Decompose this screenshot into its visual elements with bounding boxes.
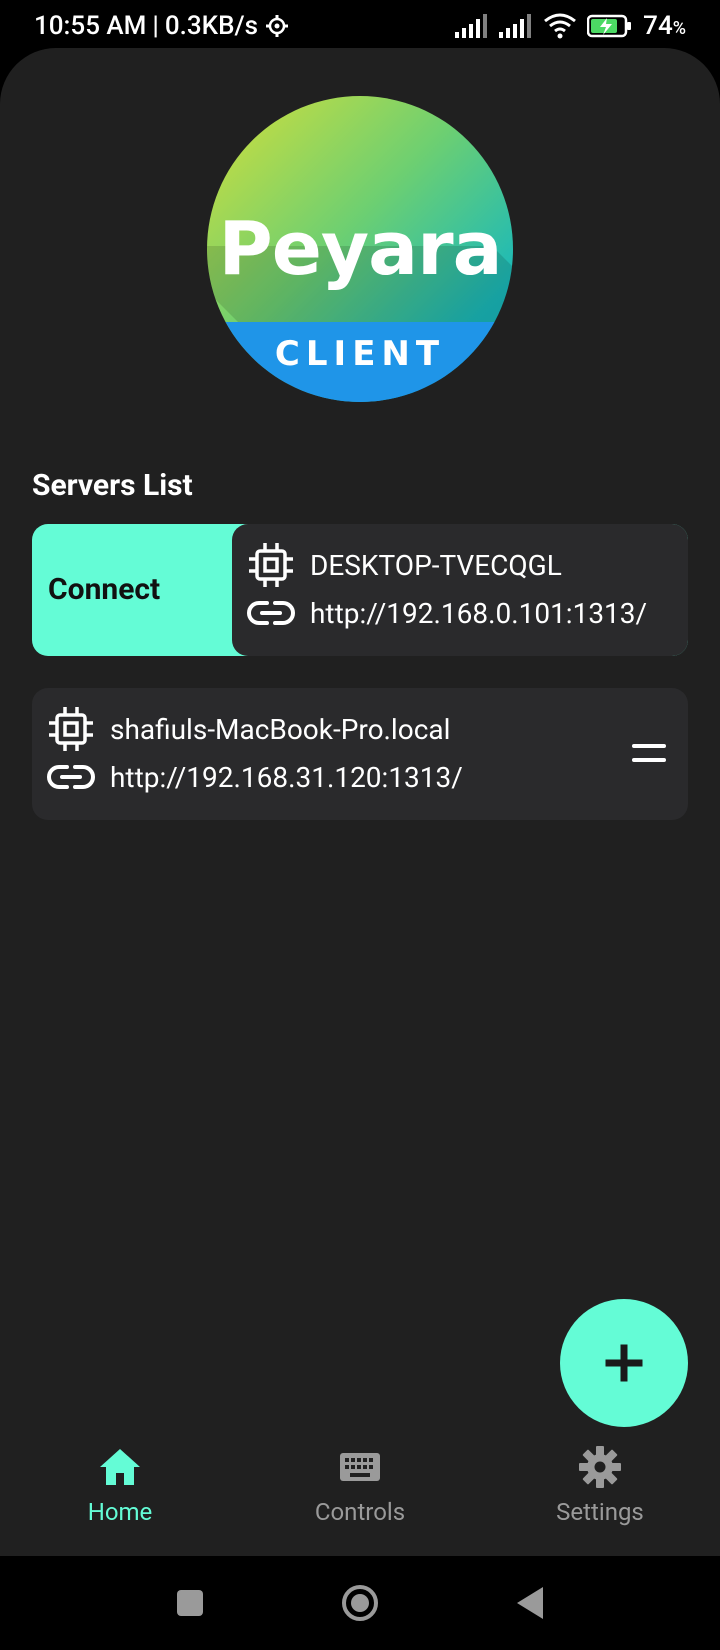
cpu-icon [246,540,296,590]
bottom-navigation: Home Controls Settings [0,1420,720,1556]
nav-home[interactable]: Home [20,1420,220,1556]
signal-icon [455,13,489,39]
peyara-client-logo: Peyara CLIENT [207,96,513,402]
system-navigation-bar [0,1556,720,1650]
link-icon [46,752,96,802]
server-card[interactable]: shafiuls-MacBook-Pro.local http://192.16… [32,688,688,820]
keyboard-icon [335,1442,385,1492]
plus-icon [599,1338,649,1388]
nav-settings-label: Settings [556,1498,644,1526]
back-icon[interactable] [505,1578,555,1628]
link-icon [246,588,296,638]
nav-controls[interactable]: Controls [260,1420,460,1556]
drag-handle-icon[interactable] [632,744,666,762]
server-url: http://192.168.31.120:1313/ [110,760,463,794]
add-server-button[interactable] [560,1299,688,1427]
cpu-icon [46,704,96,754]
server-card-swiped[interactable]: Connect DESKTOP-TVECQGL http://192.168.0… [32,524,688,656]
server-name: DESKTOP-TVECQGL [310,548,562,582]
signal-2-icon [499,13,533,39]
servers-list-title: Servers List [32,468,193,503]
gear-icon [575,1442,625,1492]
home-icon [95,1442,145,1492]
logo-word: Peyara [218,206,502,292]
status-network-speed: 0.3KB/s [164,11,259,41]
server-name-row: shafiuls-MacBook-Pro.local [46,704,450,754]
server-url-row: http://192.168.31.120:1313/ [46,752,463,802]
server-card-content[interactable]: DESKTOP-TVECQGL http://192.168.0.101:131… [232,524,688,656]
status-separator: | [152,11,159,41]
app-screen: Peyara CLIENT Servers List Connect DESKT… [0,48,720,1556]
server-name-row: DESKTOP-TVECQGL [246,540,562,590]
logo-band: CLIENT [207,322,513,402]
status-right: 74% [455,11,686,41]
battery-percent: 74 [643,11,673,41]
battery-unit: % [672,18,686,39]
status-time: 10:55 AM [34,11,147,41]
settings-gear-small-icon [264,13,290,39]
battery-level: 74% [643,11,686,41]
recents-icon[interactable] [165,1578,215,1628]
nav-controls-label: Controls [314,1498,406,1526]
status-left: 10:55 AM | 0.3KB/s [34,11,290,41]
home-circle-icon[interactable] [335,1578,385,1628]
connect-button[interactable]: Connect [48,524,160,656]
wifi-icon [543,13,577,39]
status-bar: 10:55 AM | 0.3KB/s 74% [0,0,720,52]
server-url-row: http://192.168.0.101:1313/ [246,588,647,638]
server-url: http://192.168.0.101:1313/ [310,596,648,630]
battery-icon [587,13,633,39]
nav-home-label: Home [87,1498,153,1526]
nav-settings[interactable]: Settings [500,1420,700,1556]
server-name: shafiuls-MacBook-Pro.local [110,712,451,746]
